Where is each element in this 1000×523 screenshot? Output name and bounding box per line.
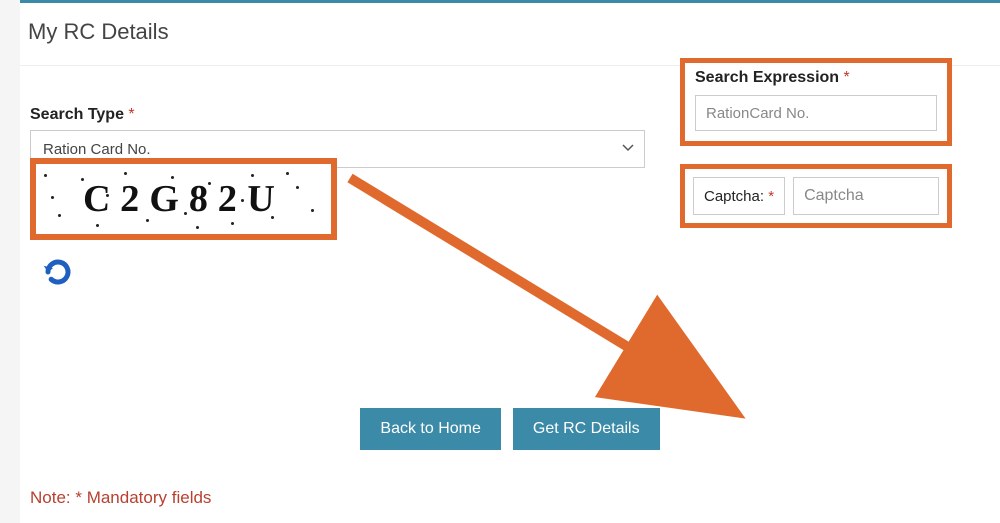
search-type-label-text: Search Type (30, 106, 124, 123)
search-expression-input[interactable] (695, 95, 937, 131)
required-asterisk: * (768, 188, 774, 205)
page-container: My RC Details Search Type * Ration Card … (20, 0, 1000, 523)
page-title: My RC Details (20, 3, 1000, 66)
form-area: Search Type * Ration Card No. Search Exp… (20, 66, 1000, 168)
chevron-down-icon (622, 142, 634, 157)
captcha-image-box: C2G82U (30, 158, 337, 240)
search-type-value: Ration Card No. (43, 141, 151, 158)
captcha-label-box: Captcha: * (693, 177, 785, 215)
search-expression-group: Search Expression * (680, 58, 952, 146)
get-rc-details-button[interactable]: Get RC Details (513, 408, 660, 450)
mandatory-note: Note: * Mandatory fields (30, 488, 211, 508)
captcha-input[interactable] (793, 177, 939, 215)
search-expression-label: Search Expression * (695, 69, 937, 87)
refresh-icon (43, 257, 73, 287)
captcha-label-text: Captcha: (704, 188, 764, 205)
button-row: Back to Home Get RC Details (20, 408, 1000, 450)
search-type-label: Search Type * (30, 106, 645, 124)
search-expression-label-text: Search Expression (695, 69, 839, 86)
required-asterisk: * (844, 69, 850, 86)
back-to-home-button[interactable]: Back to Home (360, 408, 500, 450)
required-asterisk: * (128, 106, 134, 123)
captcha-input-group: Captcha: * (680, 164, 952, 228)
captcha-image: C2G82U (36, 164, 331, 234)
refresh-captcha-button[interactable] (40, 254, 76, 290)
